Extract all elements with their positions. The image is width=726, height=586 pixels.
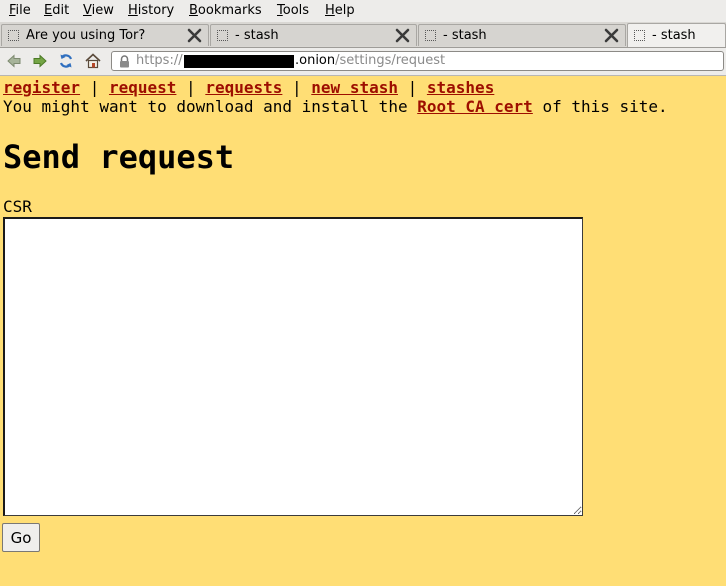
menu-file-rest: ile [15,3,31,18]
menu-help-rest: elp [334,3,355,18]
menu-bookmarks[interactable]: Bookmarks [189,3,262,18]
reload-icon[interactable] [57,52,75,70]
go-button[interactable]: Go [2,523,40,552]
url-scheme: https:// [136,53,183,68]
redacted-hostname [184,55,294,68]
menu-history[interactable]: History [128,3,174,18]
home-icon[interactable] [84,52,102,70]
cert-notice: You might want to download and install t… [3,97,668,116]
page-content: register | request | requests | new stas… [0,76,726,586]
url-path: /settings/request [335,53,446,68]
menu-tools[interactable]: Tools [277,3,309,18]
root-ca-cert-link[interactable]: Root CA cert [417,97,533,116]
lock-icon[interactable] [119,55,130,68]
close-icon[interactable] [187,28,202,43]
nav-separator: | [282,78,312,97]
tab-stash-1[interactable]: - stash [210,24,417,46]
menu-bookmarks-rest: ookmarks [197,3,262,18]
nav-link-new-stash[interactable]: new stash [311,78,398,97]
default-page-icon [634,30,645,41]
nav-link-register[interactable]: register [3,78,80,97]
nav-link-stashes[interactable]: stashes [427,78,494,97]
nav-link-requests[interactable]: requests [205,78,282,97]
forward-arrow-icon[interactable] [31,52,49,70]
menu-view-mnemonic: V [83,3,92,18]
menubar: File Edit View History Bookmarks Tools H… [0,0,726,22]
tab-label: - stash [235,28,279,43]
close-icon[interactable] [604,28,619,43]
site-navigation: register | request | requests | new stas… [3,78,494,97]
url-text: .onion/settings/request [295,53,445,68]
csr-label: CSR [3,197,32,216]
menu-tools-rest: ools [282,3,310,18]
tab-stash-2[interactable]: - stash [418,24,626,46]
url-host: .onion [295,53,336,68]
menu-view[interactable]: View [83,3,114,18]
tab-are-you-using-tor[interactable]: Are you using Tor? [1,24,209,46]
default-page-icon [425,30,436,41]
menu-help-mnemonic: H [325,3,335,18]
default-page-icon [217,30,228,41]
close-icon[interactable] [395,28,410,43]
nav-link-request[interactable]: request [109,78,176,97]
page-title: Send request [3,138,235,176]
navigation-toolbar: https:// .onion/settings/request [0,48,726,76]
cert-notice-prefix: You might want to download and install t… [3,97,418,116]
menu-edit-rest: dit [52,3,70,18]
back-arrow-icon[interactable] [5,52,23,70]
menu-file[interactable]: File [9,3,31,18]
menu-history-rest: istory [137,3,175,18]
default-page-icon [8,30,19,41]
menu-history-mnemonic: H [128,3,138,18]
csr-textarea[interactable] [3,217,583,516]
menu-edit[interactable]: Edit [44,3,69,18]
menu-edit-mnemonic: E [44,3,53,18]
menu-view-rest: iew [91,3,114,18]
nav-separator: | [80,78,109,97]
menu-help[interactable]: Help [325,3,355,18]
nav-separator: | [176,78,206,97]
tab-label: - stash [652,28,696,43]
nav-separator: | [397,78,427,97]
cert-notice-suffix: of this site. [532,97,668,116]
tab-label: Are you using Tor? [26,28,146,43]
address-bar[interactable]: https:// .onion/settings/request [111,51,724,71]
tab-bar: Are you using Tor? - stash - stash - sta… [0,22,726,48]
menu-bookmarks-mnemonic: B [189,3,198,18]
tab-stash-active[interactable]: - stash [627,23,726,47]
tab-label: - stash [443,28,487,43]
